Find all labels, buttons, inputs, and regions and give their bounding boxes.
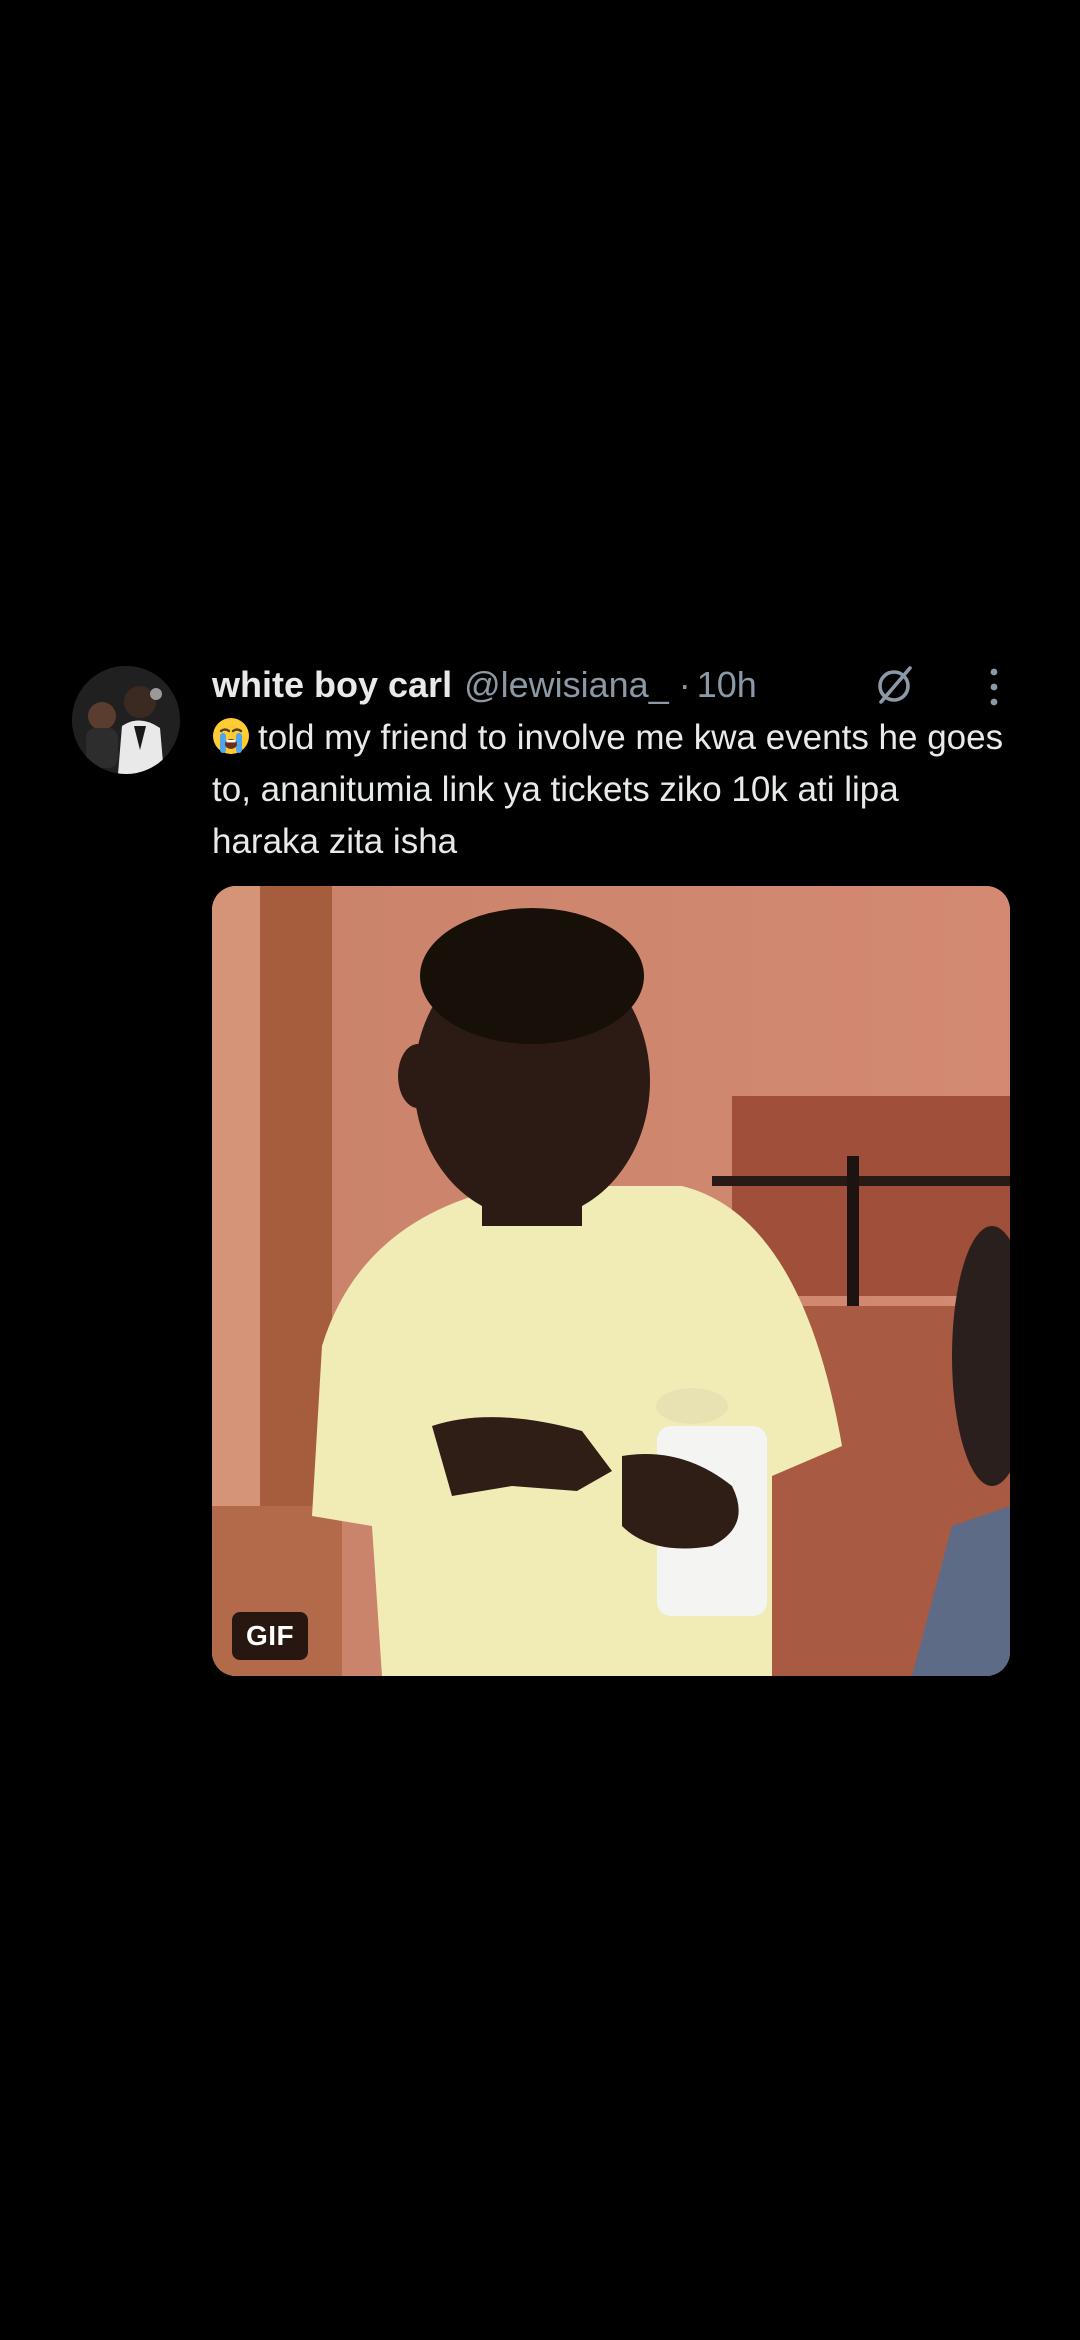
- avatar[interactable]: [72, 666, 180, 774]
- tweet-text-content: told my friend to involve me kwa events …: [212, 718, 1004, 861]
- screen: white boy carl @lewisiana_ · 10h told my…: [0, 0, 1080, 2340]
- avatar-photo: [72, 666, 180, 774]
- gif-badge: GIF: [232, 1612, 309, 1660]
- gif-preview-image: [212, 886, 1010, 1676]
- loudly-crying-face-icon: [213, 718, 249, 754]
- more-vertical-icon[interactable]: [974, 664, 1014, 710]
- tweet-media-gif[interactable]: GIF: [212, 886, 1010, 1676]
- separator-dot: ·: [678, 664, 691, 705]
- grok-icon[interactable]: [872, 662, 918, 708]
- tweet-text: told my friend to involve me kwa events …: [212, 712, 1012, 868]
- timestamp[interactable]: 10h: [697, 664, 757, 706]
- tweet-body: white boy carl @lewisiana_ · 10h told my…: [212, 660, 1014, 1676]
- user-handle[interactable]: @lewisiana_: [464, 664, 669, 706]
- display-name[interactable]: white boy carl: [212, 664, 452, 706]
